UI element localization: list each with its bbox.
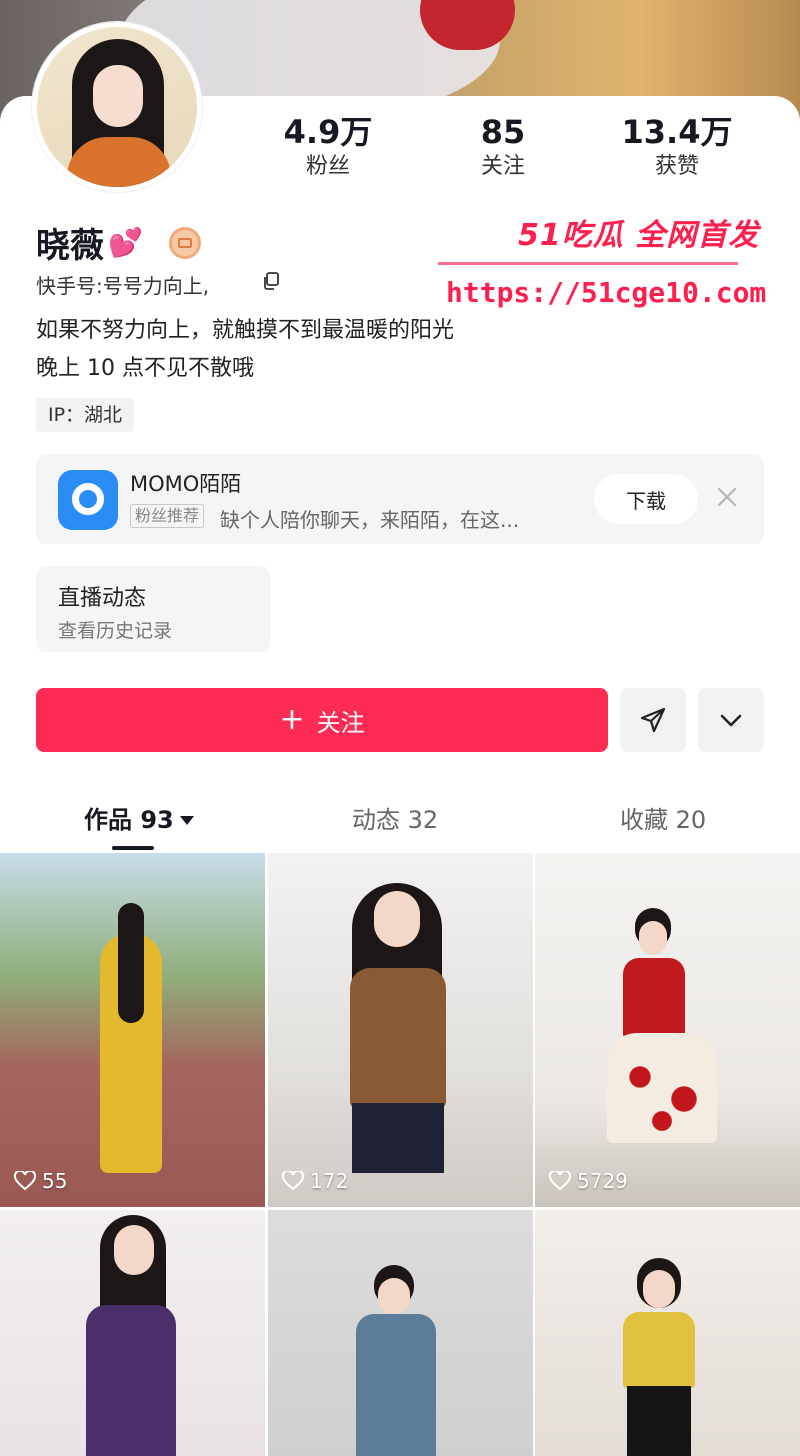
stat-followers[interactable]: 4.9万 粉丝 [248,112,408,182]
tab-indicator [112,846,154,850]
stat-label: 获赞 [654,154,699,179]
thumbnail-face [378,1278,410,1314]
video-thumbnail[interactable] [535,1210,800,1456]
watermark: 51吃瓜 全网首发 https://51cge10.com [438,210,768,320]
tab-label: 作品 93 [84,806,174,834]
thumbnail-face [374,891,420,947]
caret-down-icon [179,816,194,825]
copy-icon[interactable] [262,272,280,290]
plus-icon: + [279,702,305,737]
heart-icon [549,1171,571,1191]
send-icon [640,707,666,733]
thumbnail-skirt [627,1386,691,1456]
ip-location-tag: IP：湖北 [36,398,135,432]
tab-label: 收藏 20 [620,806,707,834]
profile-name: 晓薇 [36,226,104,266]
watermark-url: https://51cge10.com [446,276,767,309]
bio-line: 如果不努力向上，就触摸不到最温暖的阳光 [36,318,455,343]
momo-app-icon [58,470,118,530]
stat-likes[interactable]: 13.4万 获赞 [597,112,757,182]
stat-value: 13.4万 [621,113,733,151]
thumbnail-hair [118,903,144,1023]
live-subtitle: 查看历史记录 [58,620,173,642]
video-thumbnail[interactable]: 172 [268,853,533,1207]
thumbnail-skirt [607,1033,717,1143]
like-value: 172 [310,1169,349,1193]
more-button[interactable] [698,688,764,752]
watermark-title: 51吃瓜 全网首发 [518,218,760,253]
thumbnail-face [643,1270,675,1308]
avatar-face [93,65,143,127]
video-thumbnail[interactable]: 55 [0,853,265,1207]
like-count: 5729 [549,1169,628,1193]
name-row: 晓薇 💕 [36,218,201,267]
stat-following[interactable]: 85 关注 [423,112,583,182]
follow-button[interactable]: + 关注 [36,688,608,752]
download-button[interactable]: 下载 [594,474,698,524]
tab-works[interactable]: 作品 93 [84,800,194,835]
heart-icon [14,1171,36,1191]
ad-description: 缺个人陪你聊天，来陌陌，在这... [220,508,520,532]
thumbnail-skirt [352,1103,444,1173]
thumbnail-figure [350,968,446,1108]
video-thumbnail[interactable]: 5729 [535,853,800,1207]
avatar[interactable] [32,22,202,192]
tab-label: 动态 32 [352,806,439,834]
close-icon[interactable] [716,486,738,508]
thumbnail-figure [623,1312,695,1388]
message-button[interactable] [620,688,686,752]
tab-favorites[interactable]: 收藏 20 [620,800,706,835]
like-count: 55 [14,1169,67,1193]
like-value: 5729 [577,1169,628,1193]
thumbnail-face [114,1225,154,1275]
thumbnail-figure [356,1314,436,1456]
ad-app-name: MOMO陌陌 [130,472,242,496]
thumbnail-face [639,921,667,955]
heart-icon [282,1171,304,1191]
like-value: 55 [42,1169,68,1193]
bio-line: 晚上 10 点不见不散哦 [36,356,254,381]
level-badge-icon[interactable] [168,226,201,259]
video-thumbnail[interactable] [0,1210,265,1456]
stat-label: 粉丝 [305,154,350,179]
stat-value: 4.9万 [283,113,373,151]
thumbnail-figure [623,958,685,1038]
ad-card[interactable]: MOMO陌陌 粉丝推荐 缺个人陪你聊天，来陌陌，在这... 下载 [36,454,764,544]
heart-emoji: 💕 [108,226,143,259]
ad-tag: 粉丝推荐 [130,504,205,528]
stat-label: 关注 [480,154,525,179]
stat-value: 85 [480,113,526,151]
like-count: 172 [282,1169,348,1193]
thumbnail-figure [86,1305,176,1456]
video-thumbnail[interactable] [268,1210,533,1456]
live-title: 直播动态 [58,586,147,611]
chevron-down-icon [720,714,742,727]
follow-label: 关注 [316,708,365,737]
live-history-card[interactable]: 直播动态 查看历史记录 [36,566,270,652]
tab-moments[interactable]: 动态 32 [352,800,438,835]
watermark-line [438,262,738,265]
kuaishou-id: 快手号:号号力向上, [36,274,210,298]
avatar-shirt [67,137,171,187]
